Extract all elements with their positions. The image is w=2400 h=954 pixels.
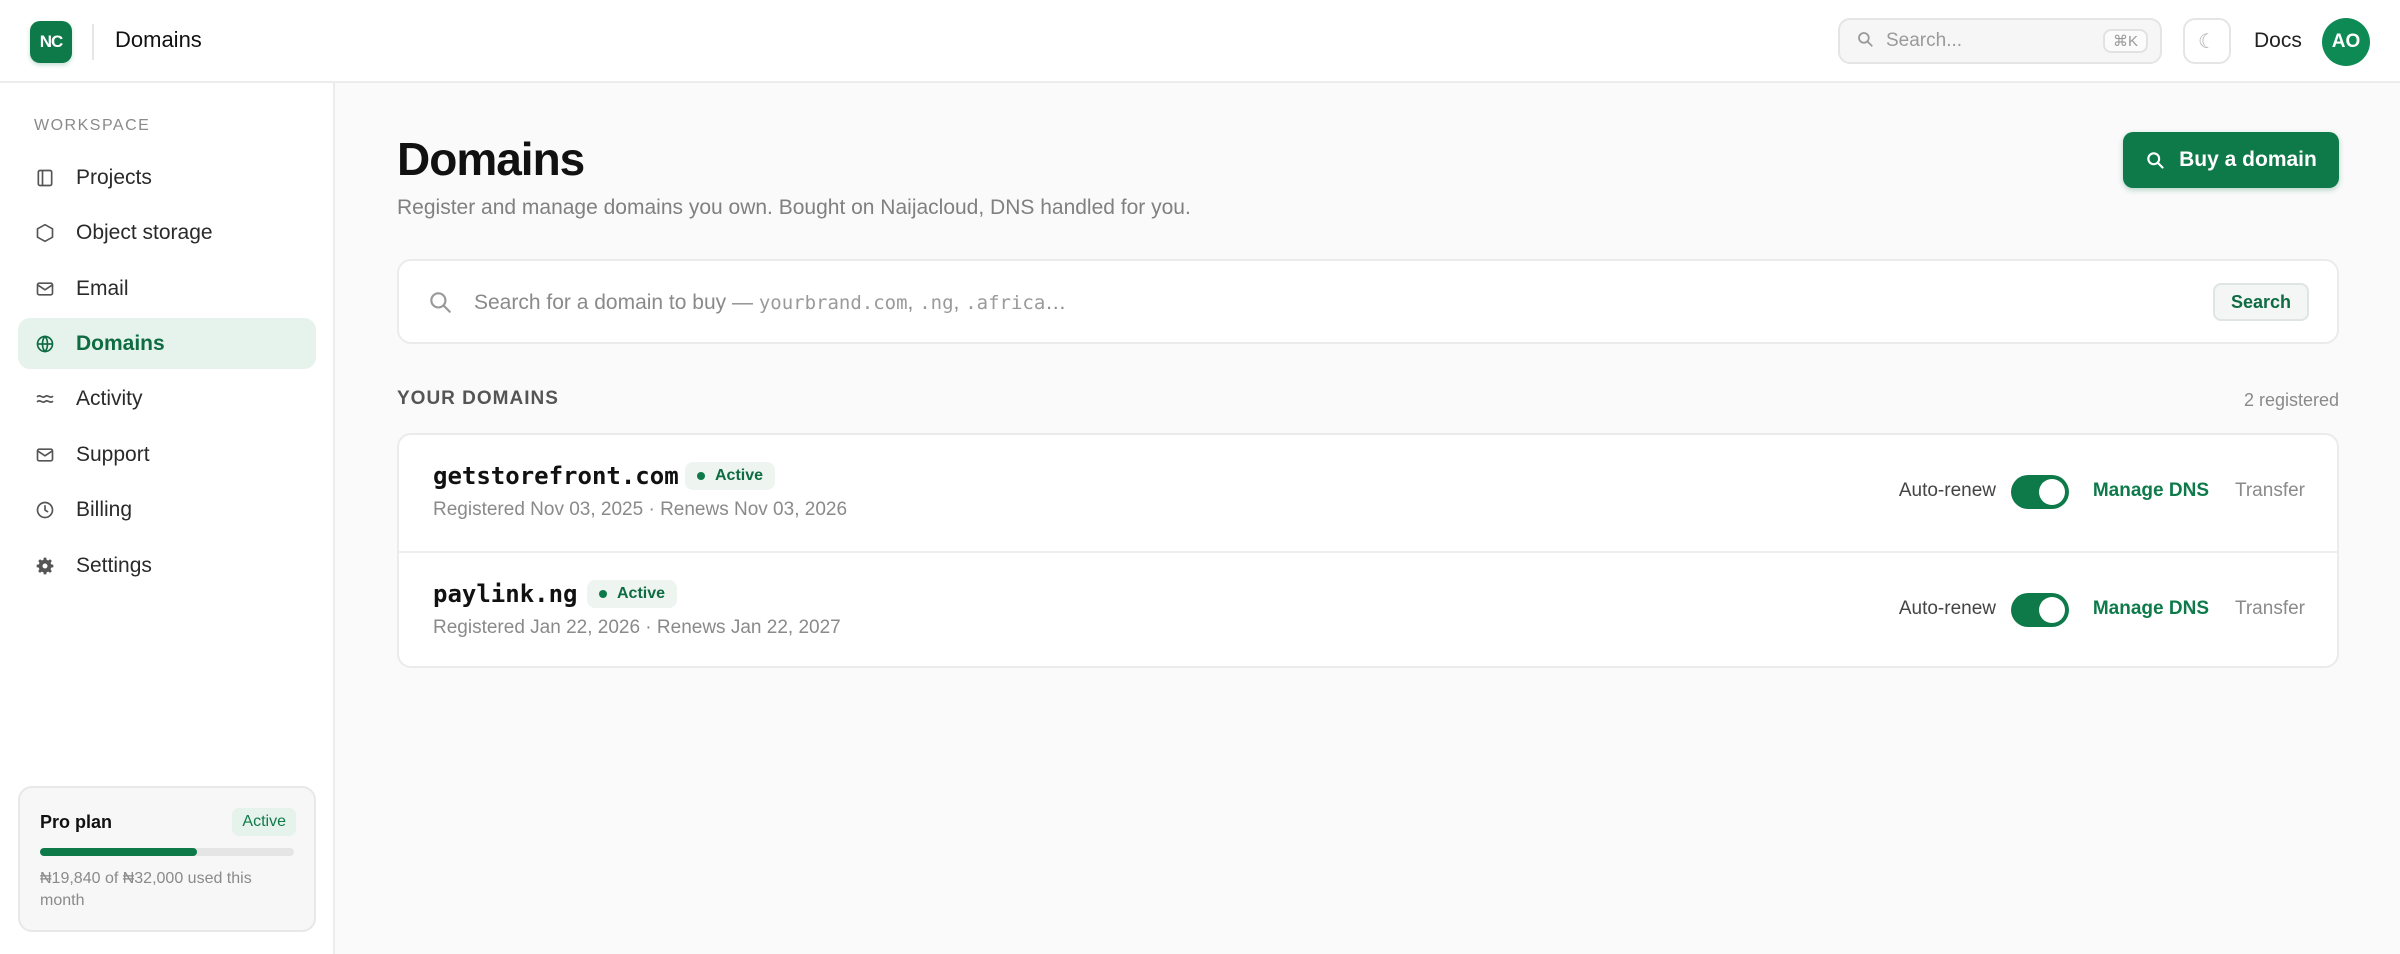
domain-search-placeholder: Search for a domain to buy — yourbrand.c…: [474, 291, 1066, 315]
sidebar-item-label: Activity: [76, 386, 143, 410]
folder-icon: [34, 167, 56, 189]
support-mail-icon: [34, 444, 56, 466]
domain-name[interactable]: getstorefront.com: [433, 462, 679, 490]
placeholder-example: .africa: [965, 292, 1046, 314]
sidebar-item-label: Billing: [76, 497, 133, 521]
status-dot: [697, 472, 705, 480]
plan-usage-bar-fill: [40, 848, 198, 856]
toggle-knob: [2039, 597, 2065, 623]
auto-renew-label: Auto-renew: [1898, 598, 1996, 619]
search-shortcut-badge: ⌘K: [2102, 29, 2148, 53]
domain-meta: Registered Jan 22, 2026 · Renews Jan 22,…: [433, 617, 841, 638]
placeholder-example: yourbrand.com: [758, 292, 908, 314]
moon-icon: ☾: [2198, 30, 2216, 53]
auto-renew-toggle[interactable]: [2011, 475, 2069, 509]
logo[interactable]: NC: [30, 21, 72, 63]
global-search-placeholder: Search...: [1886, 30, 1963, 51]
plan-usage-bar: [40, 848, 294, 856]
topbar-divider: [92, 24, 94, 60]
activity-icon: [34, 388, 56, 410]
sidebar: WORKSPACE Projects Object storage Email …: [0, 83, 335, 954]
plan-card: Pro plan Active ₦19,840 of ₦32,000 used …: [18, 786, 316, 932]
toggle-knob: [2039, 479, 2065, 505]
placeholder-prefix: Search for a domain to buy —: [474, 291, 759, 314]
domain-row: paylink.ng Active Registered Jan 22, 202…: [399, 551, 2337, 667]
search-icon: [2145, 150, 2165, 170]
buy-domain-label: Buy a domain: [2179, 148, 2317, 171]
placeholder-separator: ,: [907, 291, 920, 314]
status-badge: Active: [587, 580, 678, 608]
globe-icon: [34, 333, 56, 355]
docs-link[interactable]: Docs: [2254, 29, 2302, 53]
sidebar-item-activity[interactable]: Activity: [18, 373, 316, 424]
domain-row: getstorefront.com Active Registered Nov …: [399, 435, 2337, 551]
sidebar-item-support[interactable]: Support: [18, 429, 316, 480]
sidebar-section-label: WORKSPACE: [34, 117, 151, 134]
buy-domain-button[interactable]: Buy a domain: [2123, 132, 2339, 188]
domain-search-button[interactable]: Search: [2213, 283, 2309, 321]
search-icon: [1856, 30, 1874, 53]
clock-icon: [34, 499, 56, 521]
top-bar: NC Domains Search... ⌘K ☾ Docs AO: [0, 0, 2400, 83]
sidebar-item-settings[interactable]: Settings: [18, 540, 316, 591]
status-dot: [599, 590, 607, 598]
sidebar-item-label: Domains: [76, 331, 165, 355]
sidebar-item-label: Object storage: [76, 220, 213, 244]
transfer-link[interactable]: Transfer: [2235, 598, 2305, 620]
sidebar-item-projects[interactable]: Projects: [18, 152, 316, 203]
status-label: Active: [617, 585, 666, 602]
transfer-link[interactable]: Transfer: [2235, 480, 2305, 502]
registered-count: 2 registered: [2243, 390, 2339, 410]
global-search-input[interactable]: Search... ⌘K: [1838, 18, 2162, 64]
sidebar-item-label: Projects: [76, 165, 152, 189]
status-badge: Active: [685, 462, 776, 490]
sidebar-item-object-storage[interactable]: Object storage: [18, 207, 316, 258]
plan-usage-text: ₦19,840 of ₦32,000 used this month: [40, 870, 252, 909]
theme-toggle-button[interactable]: ☾: [2183, 18, 2231, 64]
sidebar-item-email[interactable]: Email: [18, 263, 316, 314]
placeholder-example: .ng: [919, 292, 954, 314]
placeholder-separator: ,: [953, 291, 966, 314]
sidebar-item-domains[interactable]: Domains: [18, 318, 316, 369]
search-icon: [427, 289, 453, 320]
status-label: Active: [715, 467, 764, 484]
manage-dns-link[interactable]: Manage DNS: [2093, 598, 2209, 620]
mail-icon: [34, 278, 56, 300]
topbar-title: Domains: [115, 27, 202, 52]
logo-text: NC: [39, 32, 64, 51]
domain-name[interactable]: paylink.ng: [433, 580, 578, 608]
plan-name: Pro plan: [40, 812, 113, 832]
domain-search-input[interactable]: Search for a domain to buy — yourbrand.c…: [397, 259, 2339, 344]
sidebar-item-label: Email: [76, 276, 129, 300]
your-domains-heading: YOUR DOMAINS: [397, 388, 559, 409]
gear-icon: [34, 555, 56, 577]
manage-dns-link[interactable]: Manage DNS: [2093, 480, 2209, 502]
sidebar-item-billing[interactable]: Billing: [18, 484, 316, 535]
sidebar-item-label: Settings: [76, 553, 152, 577]
page-subtitle: Register and manage domains you own. Bou…: [397, 196, 1191, 219]
avatar[interactable]: AO: [2322, 18, 2370, 66]
placeholder-suffix: …: [1045, 291, 1067, 314]
auto-renew-label: Auto-renew: [1898, 480, 1996, 501]
hexagon-icon: [34, 222, 56, 244]
auto-renew-toggle[interactable]: [2011, 593, 2069, 627]
domain-meta: Registered Nov 03, 2025 · Renews Nov 03,…: [433, 499, 848, 520]
domain-list: getstorefront.com Active Registered Nov …: [397, 433, 2339, 668]
sidebar-item-label: Support: [76, 442, 150, 466]
plan-status-badge: Active: [232, 808, 296, 836]
page-title: Domains: [397, 133, 585, 185]
